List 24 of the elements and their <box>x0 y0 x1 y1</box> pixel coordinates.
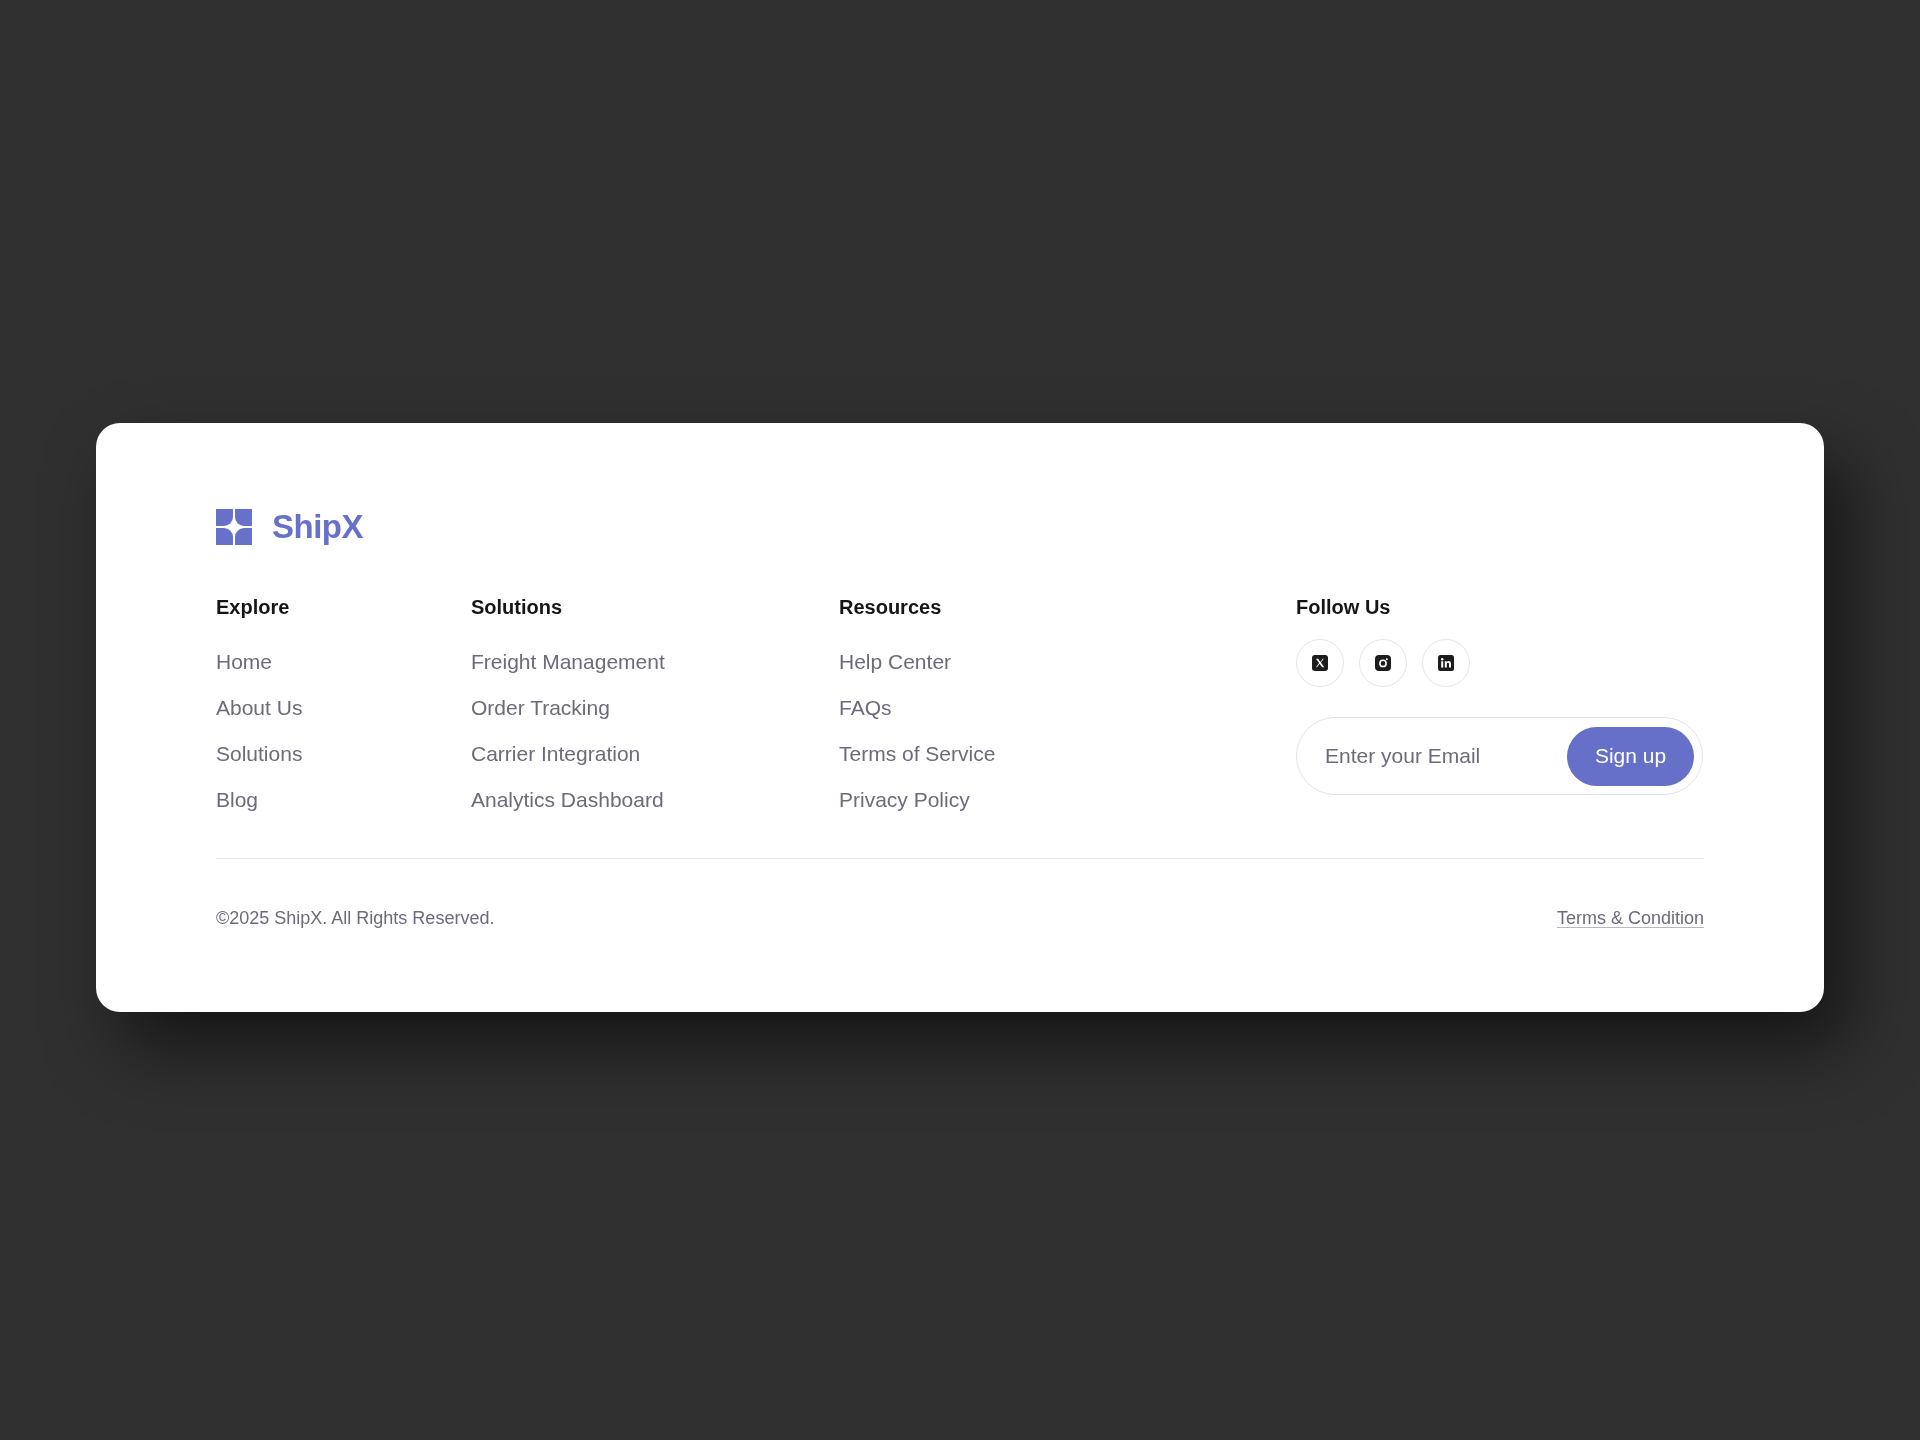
terms-link[interactable]: Terms & Condition <box>1556 906 1704 930</box>
column-heading: Follow Us <box>1296 595 1391 619</box>
footer-link[interactable]: Freight Management <box>471 648 665 676</box>
column-heading: Explore <box>216 595 290 619</box>
linkedin-icon <box>1438 655 1454 671</box>
logo-icon <box>216 509 252 545</box>
footer-link[interactable]: Solutions <box>216 740 303 768</box>
footer-link[interactable]: Analytics Dashboard <box>471 786 664 814</box>
footer-link[interactable]: Help Center <box>839 648 952 676</box>
copyright-text: ©2025 ShipX. All Rights Reserved. <box>216 907 495 930</box>
footer-link[interactable]: Blog <box>216 786 259 814</box>
column-heading: Solutions <box>471 595 563 619</box>
footer-link[interactable]: Order Tracking <box>471 694 610 722</box>
footer-link[interactable]: About Us <box>216 694 303 722</box>
footer-link[interactable]: Privacy Policy <box>839 786 970 814</box>
footer-link[interactable]: Terms of Service <box>839 740 996 768</box>
footer-link[interactable]: FAQs <box>839 694 892 722</box>
footer-link[interactable]: Carrier Integration <box>471 740 641 768</box>
brand-name: ShipX <box>272 509 363 545</box>
column-heading: Resources <box>839 595 942 619</box>
instagram-icon <box>1375 655 1391 671</box>
x-logo-icon <box>1312 655 1328 671</box>
footer-link[interactable]: Home <box>216 648 273 676</box>
sign-up-button[interactable]: Sign up <box>1567 726 1694 786</box>
